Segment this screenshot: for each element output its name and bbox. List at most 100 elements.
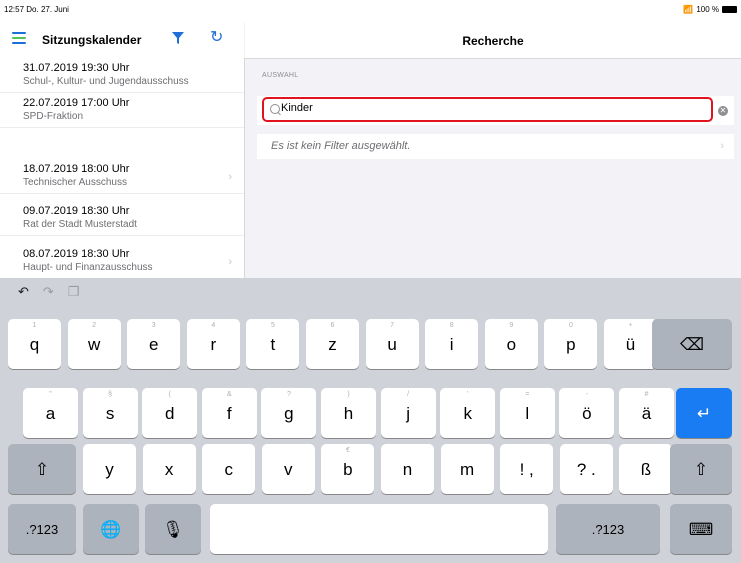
keyboard-hide-icon[interactable]: ⌨ [670, 504, 732, 554]
key-label: ä [641, 404, 652, 423]
key-hint: 3 [151, 322, 156, 329]
key-a[interactable]: " a [23, 388, 78, 438]
key-label: r [210, 335, 217, 354]
key-hint: 7 [390, 322, 395, 329]
undo-icon[interactable]: ↶ [18, 284, 29, 300]
no-filter-text: Es ist kein Filter ausgewählt. [271, 140, 411, 152]
sidebar-title: Sitzungskalender [42, 33, 142, 47]
search-input[interactable] [281, 102, 681, 114]
status-time: 12:57 Do. 27. Juni [4, 5, 69, 14]
key-b[interactable]: € b [321, 444, 375, 494]
key-label: ö [582, 404, 592, 423]
key-y[interactable]: y [83, 444, 136, 494]
key-label: v [284, 460, 293, 479]
numbers-key-right[interactable]: .?123 [556, 504, 660, 554]
key-hint: 1 [32, 322, 37, 329]
session-date: 18.07.2019 18:00 Uhr [23, 163, 130, 175]
list-item[interactable]: 18.07.2019 18:00 Uhr Technischer Ausschu… [0, 159, 244, 194]
key-label: m [460, 460, 475, 479]
session-date: 22.07.2019 17:00 Uhr [23, 97, 130, 109]
key-hint: - [585, 391, 589, 398]
filter-row[interactable]: Es ist kein Filter ausgewählt. › [257, 134, 734, 159]
list-item[interactable]: 09.07.2019 18:30 Uhr Rat der Stadt Muste… [0, 201, 244, 236]
key-hint: # [644, 391, 649, 398]
key-label: q [29, 335, 40, 354]
key-x[interactable]: x [142, 444, 196, 494]
menu-icon[interactable] [12, 32, 26, 44]
key-ä[interactable]: # ä [619, 388, 674, 438]
key-ß[interactable]: ß [619, 444, 673, 494]
numbers-key[interactable]: .?123 [8, 504, 76, 554]
search-field[interactable] [262, 97, 713, 122]
key-m[interactable]: m [440, 444, 494, 494]
key-label: s [105, 404, 115, 423]
key-o[interactable]: 9o [484, 319, 538, 369]
key-label: c [224, 460, 233, 479]
list-item[interactable]: 22.07.2019 17:00 Uhr SPD-Fraktion [0, 93, 244, 128]
key-label: p [566, 335, 576, 354]
list-item[interactable]: 08.07.2019 18:30 Uhr Haupt- und Finanzau… [0, 244, 244, 278]
key-hint: ( [168, 391, 171, 398]
chevron-right-icon: › [228, 171, 232, 183]
refresh-icon[interactable]: ↻ [210, 29, 223, 47]
key-label: i [449, 335, 454, 354]
key-hint: ) [347, 391, 350, 398]
key-label: o [506, 335, 517, 354]
key-s[interactable]: § s [82, 388, 138, 438]
key-n[interactable]: n [381, 444, 434, 494]
key-hint: ' [467, 391, 469, 398]
key-ü[interactable]: + ü [604, 319, 657, 369]
key-l[interactable]: = l [499, 388, 555, 438]
key-!,[interactable]: ! , [500, 444, 554, 494]
space-key[interactable] [210, 504, 548, 554]
key-label: g [284, 404, 294, 423]
keyboard-toolbar: ↶ ↷ ❐ [18, 284, 79, 300]
key-label: h [343, 404, 354, 423]
key-t[interactable]: 5t [246, 319, 300, 369]
section-label: AUSWAHL [262, 72, 299, 79]
paste-icon[interactable]: ❐ [68, 284, 80, 300]
key-c[interactable]: c [202, 444, 256, 494]
key-label: e [148, 335, 159, 354]
key-r[interactable]: 4r [186, 319, 240, 369]
key-label: b [343, 460, 353, 479]
keyboard: ↶ ↷ ❐ 1 q 2 w 3 e 4 r 5 t 6 z 7 u 8 i 9 o 0 p + ü " a § s(d & f? g)… [0, 278, 741, 563]
clear-icon[interactable]: ✕ [718, 106, 728, 116]
filter-icon[interactable] [171, 31, 185, 45]
microphone-icon[interactable]: 🎙 [145, 504, 201, 554]
key-label: ? . [576, 460, 596, 479]
key-label: a [45, 404, 56, 423]
key-u[interactable]: 7u [365, 319, 419, 369]
list-item[interactable]: 31.07.2019 19:30 Uhr Schul-, Kultur- und… [0, 58, 244, 93]
key-g[interactable]: ? g [261, 388, 317, 438]
key-v[interactable]: v [261, 444, 315, 494]
key-label: d [164, 404, 175, 423]
key-hint: + [628, 322, 633, 329]
key-d[interactable]: (d [142, 388, 198, 438]
key-k[interactable]: ' k [440, 388, 496, 438]
key-f[interactable]: & f [201, 388, 257, 438]
key-hint: 6 [330, 322, 335, 329]
key-label: ! , [519, 460, 534, 479]
key-q[interactable]: 1q [8, 319, 61, 369]
key-e[interactable]: 3e [127, 319, 181, 369]
key-i[interactable]: 8i [425, 319, 479, 369]
key-hint: ? [286, 391, 291, 398]
globe-icon[interactable]: 🌐 [83, 504, 139, 554]
key-p[interactable]: 0p [544, 319, 598, 369]
key-w[interactable]: 2w [67, 319, 121, 369]
key-j[interactable]: / j [380, 388, 436, 438]
shift-key[interactable]: ⇧ [8, 444, 76, 494]
key-h[interactable]: ) h [321, 388, 376, 438]
key-?.[interactable]: ? . [559, 444, 613, 494]
key-ö[interactable]: -ö [559, 388, 615, 438]
return-key[interactable]: ↵ [676, 388, 732, 438]
session-name: SPD-Fraktion [23, 111, 84, 122]
shift-key-right[interactable]: ⇧ [670, 444, 732, 494]
key-hint: 0 [568, 322, 573, 329]
key-z[interactable]: 6z [306, 319, 359, 369]
key-label: x [164, 460, 174, 479]
key-hint: 8 [449, 322, 454, 329]
backspace-key[interactable]: ⌫ [652, 319, 732, 369]
redo-icon[interactable]: ↷ [43, 284, 54, 300]
